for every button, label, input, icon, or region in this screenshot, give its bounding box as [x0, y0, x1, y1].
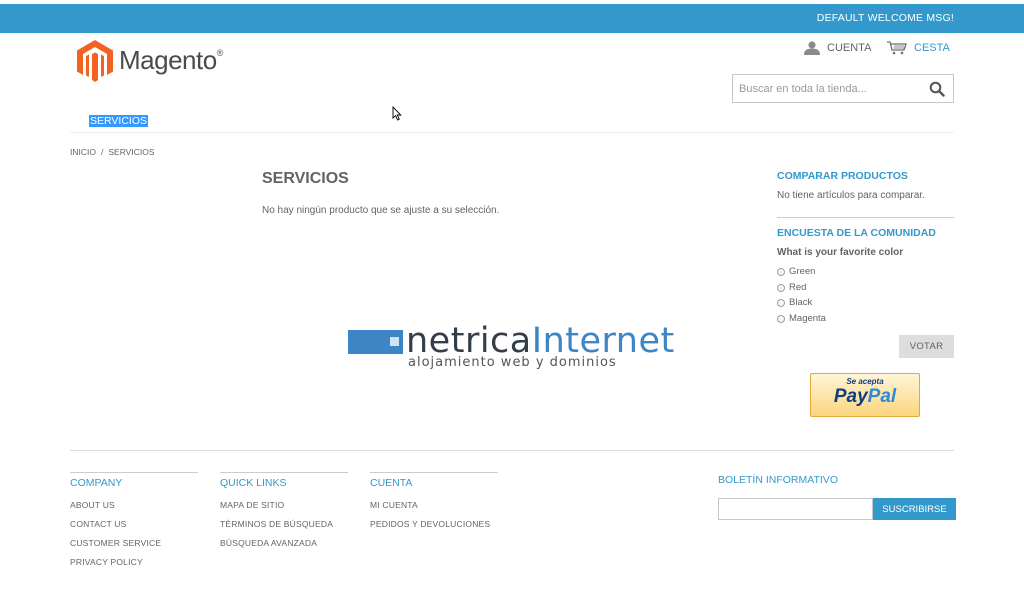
- newsletter-email-input[interactable]: [718, 498, 873, 520]
- top-bar: DEFAULT WELCOME MSG!: [0, 4, 1024, 33]
- community-poll-title: ENCUESTA DE LA COMUNIDAD: [777, 227, 936, 239]
- paypal-brand-pal: Pal: [867, 386, 897, 407]
- footer-link-advanced-search[interactable]: BÚSQUEDA AVANZADA: [220, 538, 348, 548]
- footer-divider: [70, 450, 954, 451]
- footer-column-company: COMPANY ABOUT US CONTACT US CUSTOMER SER…: [70, 472, 198, 567]
- footer-column-account: CUENTA MI CUENTA PEDIDOS Y DEVOLUCIONES: [370, 472, 498, 529]
- poll-option-red[interactable]: Red: [777, 282, 806, 293]
- breadcrumb-home[interactable]: INICIO: [70, 147, 96, 157]
- footer-link-orders-returns[interactable]: PEDIDOS Y DEVOLUCIONES: [370, 519, 498, 529]
- nav-divider: [70, 132, 954, 133]
- paypal-accept-text: Se acepta: [846, 377, 884, 386]
- paypal-brand-pay: Pay: [833, 386, 868, 407]
- search-icon[interactable]: [929, 81, 945, 102]
- empty-category-note: No hay ningún producto que se ajuste a s…: [262, 205, 500, 216]
- radio-button[interactable]: [777, 298, 785, 307]
- page-title: SERVICIOS: [262, 170, 349, 187]
- paypal-accepted-badge[interactable]: Se acepta PayPal: [810, 373, 920, 417]
- cart-icon: [887, 41, 907, 55]
- compare-products-text: No tiene artículos para comparar.: [777, 190, 925, 201]
- newsletter-title: BOLETÍN INFORMATIVO: [718, 474, 838, 486]
- netrica-watermark: netricaInternet alojamiento web y domini…: [348, 321, 688, 372]
- magento-logo-icon: [77, 40, 113, 82]
- watermark-bar-icon: [348, 330, 403, 354]
- compare-products-title: COMPARAR PRODUCTOS: [777, 170, 908, 182]
- account-link[interactable]: CUENTA: [803, 41, 871, 55]
- subscribe-button[interactable]: SUSCRIBIRSE: [873, 498, 956, 520]
- logo-text: Magento: [119, 45, 217, 75]
- footer-column-title: QUICK LINKS: [220, 477, 287, 489]
- welcome-message: DEFAULT WELCOME MSG!: [816, 12, 954, 24]
- user-icon: [804, 41, 820, 55]
- cart-label: CESTA: [914, 42, 950, 54]
- footer-column-quick-links: QUICK LINKS MAPA DE SITIO TÉRMINOS DE BÚ…: [220, 472, 348, 548]
- poll-question: What is your favorite color: [777, 247, 904, 258]
- radio-button[interactable]: [777, 267, 785, 276]
- account-label: CUENTA: [827, 42, 872, 54]
- radio-button[interactable]: [777, 314, 785, 323]
- store-logo[interactable]: Magento®: [77, 40, 227, 84]
- paypal-logo-icon: PayPal: [811, 387, 919, 407]
- footer-link-search-terms[interactable]: TÉRMINOS DE BÚSQUEDA: [220, 519, 348, 529]
- mouse-cursor-icon: [392, 105, 402, 126]
- vote-button[interactable]: VOTAR: [899, 335, 954, 358]
- poll-option-black[interactable]: Black: [777, 297, 812, 308]
- footer-link-site-map[interactable]: MAPA DE SITIO: [220, 500, 348, 510]
- breadcrumb: INICIO / SERVICIOS: [70, 147, 155, 157]
- watermark-tagline: alojamiento web y dominios: [408, 355, 617, 370]
- poll-option-label: Green: [789, 266, 816, 277]
- breadcrumb-separator: /: [100, 147, 104, 157]
- sidebar-divider: [777, 217, 954, 218]
- footer-link-my-account[interactable]: MI CUENTA: [370, 500, 498, 510]
- poll-option-label: Magenta: [789, 313, 826, 324]
- footer-link-customer-service[interactable]: CUSTOMER SERVICE: [70, 538, 198, 548]
- poll-option-green[interactable]: Green: [777, 266, 815, 277]
- logo-registered-mark: ®: [216, 48, 224, 58]
- search-box: [732, 74, 954, 103]
- poll-option-label: Black: [789, 297, 813, 308]
- poll-option-magenta[interactable]: Magenta: [777, 313, 826, 324]
- cart-link[interactable]: CESTA: [886, 41, 950, 55]
- footer-link-about-us[interactable]: ABOUT US: [70, 500, 198, 510]
- poll-option-label: Red: [789, 282, 807, 293]
- breadcrumb-current: SERVICIOS: [108, 147, 155, 157]
- footer-link-contact-us[interactable]: CONTACT US: [70, 519, 198, 529]
- nav-item-servicios[interactable]: SERVICIOS: [89, 115, 148, 127]
- footer-column-title: CUENTA: [370, 477, 413, 489]
- radio-button[interactable]: [777, 283, 785, 292]
- footer-column-title: COMPANY: [70, 477, 123, 489]
- footer-link-privacy-policy[interactable]: PRIVACY POLICY: [70, 557, 198, 567]
- search-input[interactable]: [733, 75, 918, 102]
